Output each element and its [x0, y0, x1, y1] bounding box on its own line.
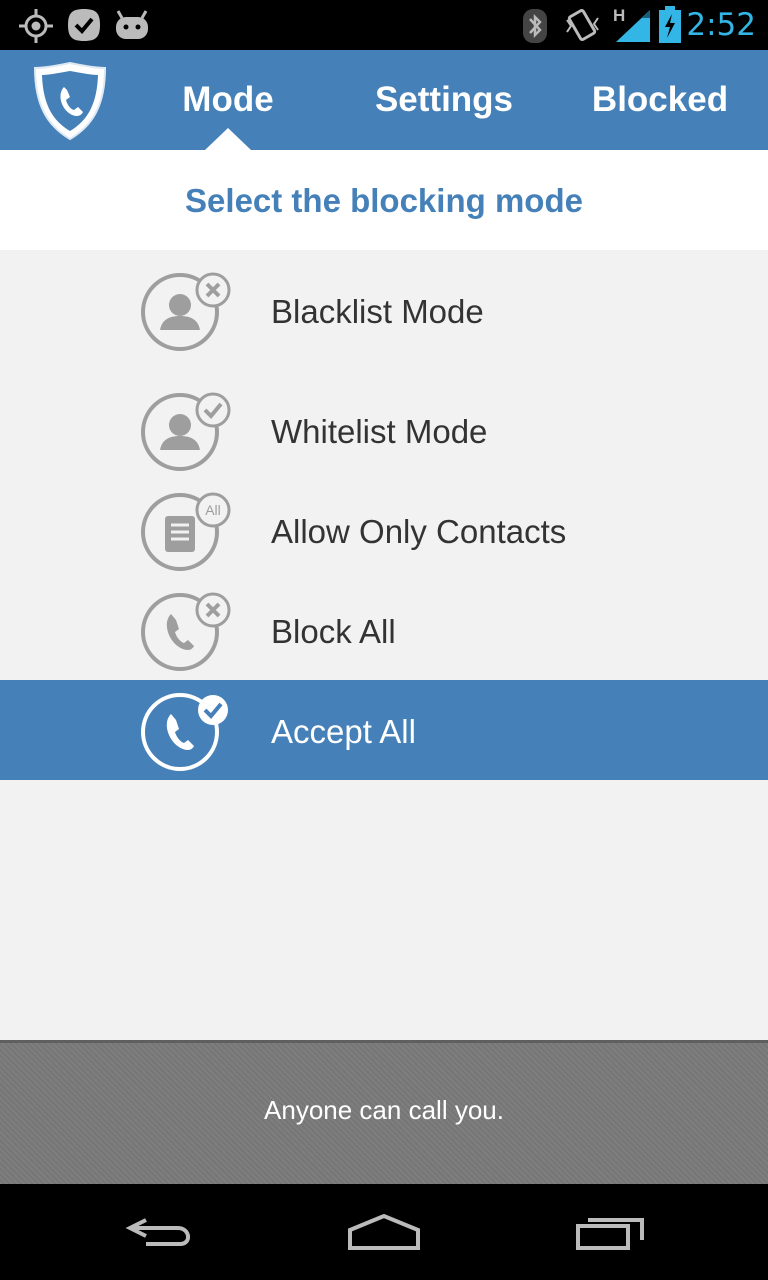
page-title: Select the blocking mode: [0, 150, 768, 250]
battery-charging-icon: [659, 6, 681, 43]
tab-blocked[interactable]: Blocked: [580, 50, 740, 150]
mode-label: Block All: [271, 613, 396, 650]
mode-item-blacklist[interactable]: Blacklist Mode: [0, 250, 768, 370]
mode-status-panel: Anyone can call you.: [0, 1040, 768, 1184]
contacts-book-icon: All: [141, 492, 231, 571]
app-shield-logo-icon: [33, 61, 107, 141]
navigation-bar: [0, 1184, 768, 1280]
all-badge-text: All: [205, 502, 221, 518]
mode-list: Blacklist Mode Whitelist Mode All Allow …: [0, 250, 768, 780]
mode-item-allow-only-contacts[interactable]: All Allow Only Contacts: [0, 480, 768, 580]
home-icon[interactable]: [334, 1206, 434, 1258]
mode-item-whitelist[interactable]: Whitelist Mode: [0, 370, 768, 480]
recent-apps-icon[interactable]: [560, 1206, 660, 1258]
mode-item-block-all[interactable]: Block All: [0, 580, 768, 680]
mode-label: Accept All: [271, 713, 416, 750]
contact-allowed-icon: [141, 392, 231, 471]
phone-accepted-icon: [141, 693, 228, 771]
vibrate-icon: [566, 8, 599, 42]
gps-icon: [19, 9, 53, 43]
back-icon[interactable]: [118, 1206, 218, 1258]
mode-status-text: Anyone can call you.: [264, 1095, 504, 1125]
mode-label: Blacklist Mode: [271, 293, 484, 330]
mode-item-accept-all[interactable]: Accept All: [0, 680, 768, 780]
status-clock: 2:52: [686, 7, 756, 43]
tab-settings[interactable]: Settings: [360, 50, 528, 150]
bluetooth-icon: [523, 9, 547, 43]
phone-blocked-icon: [141, 592, 231, 671]
mode-label: Whitelist Mode: [271, 413, 488, 450]
selected-tab-indicator: [205, 128, 251, 150]
android-icon: [116, 10, 148, 39]
contact-blocked-icon: [141, 272, 231, 351]
app-screen: H 2:52 Mode Settings Blocked Select the …: [0, 0, 768, 1280]
signal-icon: [616, 10, 650, 42]
mode-label: Allow Only Contacts: [271, 513, 567, 550]
action-bar: Mode Settings Blocked: [0, 50, 768, 150]
task-done-icon: [68, 9, 100, 41]
status-bar: H 2:52: [0, 0, 768, 50]
